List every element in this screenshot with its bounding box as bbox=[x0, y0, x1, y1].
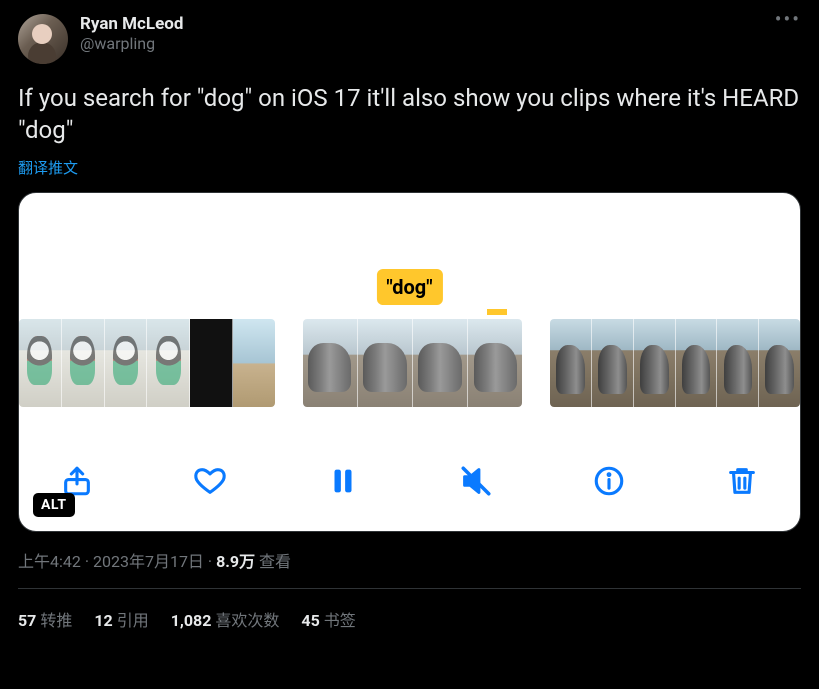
quotes-label: 引用 bbox=[117, 611, 149, 630]
search-tag: "dog" bbox=[376, 269, 442, 305]
clip-frame bbox=[634, 319, 676, 407]
clip-frame bbox=[19, 319, 62, 407]
bookmarks-stat[interactable]: 45 书签 bbox=[301, 607, 355, 631]
handle: @warpling bbox=[80, 34, 183, 53]
video-timeline-strip bbox=[19, 319, 800, 407]
tweet-container: Ryan McLeod @warpling ••• If you search … bbox=[0, 0, 819, 631]
tweet-stats: 57转推 12 引用 1,082喜欢次数 45 书签 bbox=[18, 589, 801, 631]
more-options-icon[interactable]: ••• bbox=[775, 14, 801, 24]
display-name: Ryan McLeod bbox=[80, 14, 183, 34]
search-tag-marker bbox=[487, 309, 507, 315]
pause-icon[interactable] bbox=[323, 461, 363, 501]
meta-time[interactable]: 上午4:42 bbox=[18, 552, 81, 571]
clip-group-2[interactable] bbox=[303, 319, 523, 407]
clip-frame bbox=[303, 319, 358, 407]
clip-frame bbox=[62, 319, 105, 407]
clip-group-3[interactable] bbox=[550, 319, 800, 407]
likes-count: 1,082 bbox=[171, 611, 212, 630]
likes-stat[interactable]: 1,082喜欢次数 bbox=[171, 607, 280, 631]
author-names[interactable]: Ryan McLeod @warpling bbox=[80, 14, 183, 53]
clip-frame bbox=[717, 319, 759, 407]
bookmarks-count: 45 bbox=[301, 611, 319, 630]
clip-frame bbox=[468, 319, 522, 407]
translate-link[interactable]: 翻译推文 bbox=[18, 157, 78, 178]
likes-label: 喜欢次数 bbox=[215, 611, 279, 630]
avatar[interactable] bbox=[18, 14, 68, 64]
clip-frame bbox=[676, 319, 718, 407]
clip-frame bbox=[413, 319, 468, 407]
heart-icon[interactable] bbox=[190, 461, 230, 501]
retweets-stat[interactable]: 57转推 bbox=[18, 607, 72, 631]
retweets-count: 57 bbox=[18, 611, 36, 630]
views-count: 8.9万 bbox=[216, 552, 255, 571]
media-toolbar bbox=[19, 451, 800, 511]
meta-sep: · bbox=[81, 552, 93, 571]
clip-frame bbox=[550, 319, 592, 407]
clip-frame bbox=[358, 319, 413, 407]
clip-frame bbox=[105, 319, 148, 407]
retweets-label: 转推 bbox=[40, 611, 72, 630]
tweet-text: If you search for "dog" on iOS 17 it'll … bbox=[18, 82, 801, 147]
clip-frame bbox=[147, 319, 190, 407]
quotes-count: 12 bbox=[94, 611, 112, 630]
clip-frame bbox=[190, 319, 233, 407]
clip-frame bbox=[759, 319, 800, 407]
tweet-media[interactable]: "dog" bbox=[18, 192, 801, 532]
meta-sep: · bbox=[204, 552, 216, 571]
media-inner: "dog" bbox=[19, 193, 800, 531]
info-icon[interactable] bbox=[589, 461, 629, 501]
tweet-header: Ryan McLeod @warpling ••• bbox=[18, 14, 801, 64]
clip-frame bbox=[592, 319, 634, 407]
quotes-stat[interactable]: 12 引用 bbox=[94, 607, 148, 631]
bookmarks-label: 书签 bbox=[324, 611, 356, 630]
views-label: 查看 bbox=[255, 552, 291, 571]
clip-frame bbox=[233, 319, 275, 407]
meta-date[interactable]: 2023年7月17日 bbox=[93, 552, 204, 571]
alt-badge[interactable]: ALT bbox=[33, 493, 75, 517]
mute-icon[interactable] bbox=[456, 461, 496, 501]
clip-group-1[interactable] bbox=[19, 319, 275, 407]
tweet-meta: 上午4:42 · 2023年7月17日 · 8.9万 查看 bbox=[18, 548, 801, 572]
trash-icon[interactable] bbox=[722, 461, 762, 501]
